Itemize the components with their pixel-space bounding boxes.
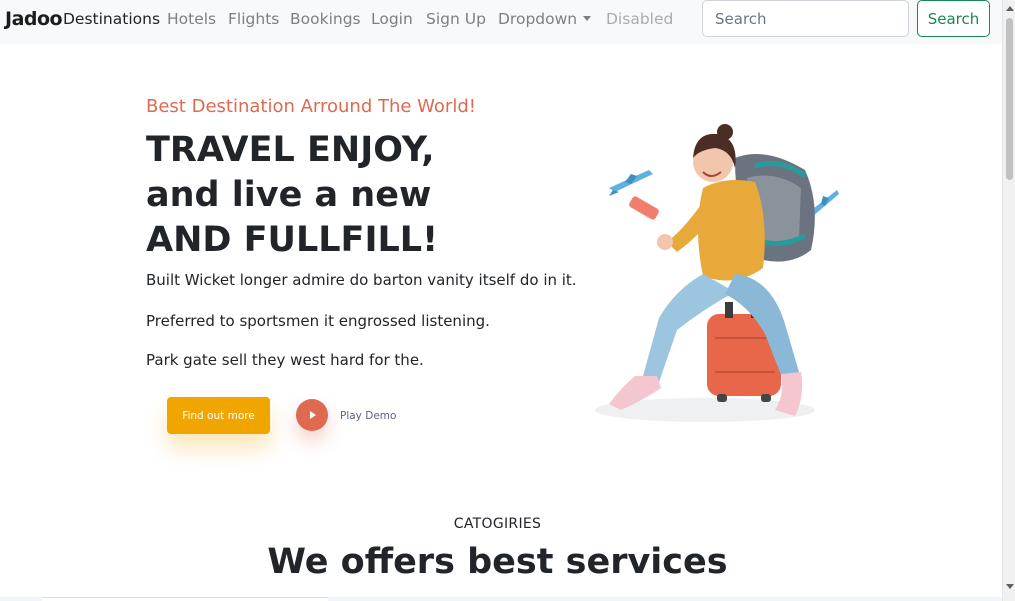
nav-dropdown-toggle[interactable]: Dropdown	[498, 10, 592, 28]
traveler-illustration	[595, 124, 839, 422]
hero-paragraph: Built Wicket longer admire do barton van…	[146, 271, 577, 289]
nav-link-disabled: Disabled	[606, 10, 674, 28]
hero-title-line: TRAVEL ENJOY,	[146, 130, 435, 170]
brand-logo[interactable]: Jadoo	[5, 8, 63, 30]
hero-title: TRAVEL ENJOY, and live a new AND FULLFIL…	[146, 128, 566, 263]
plane-icon	[609, 170, 653, 196]
hero-title-line: and live a new	[146, 175, 432, 215]
nav-link-hotels[interactable]: Hotels	[167, 10, 216, 28]
hero-title-line: AND FULLFILL!	[146, 220, 439, 260]
hero-subtitle: Best Destination Arround The World!	[146, 96, 476, 117]
play-demo-button[interactable]	[296, 399, 328, 431]
scroll-down-arrow-icon[interactable]	[1006, 584, 1014, 589]
chevron-down-icon	[583, 16, 592, 21]
play-demo-label[interactable]: Play Demo	[340, 410, 396, 422]
navbar: Jadoo Destinations Hotels Flights Bookin…	[0, 0, 1002, 44]
search-button[interactable]: Search	[917, 0, 990, 37]
hero-paragraph: Park gate sell they west hard for the.	[146, 351, 424, 369]
categories-title: We offers best services	[267, 542, 728, 582]
vertical-scrollbar[interactable]	[1002, 0, 1015, 601]
categories-label: CATOGIRIES	[453, 516, 542, 532]
nav-link-bookings[interactable]: Bookings	[290, 10, 361, 28]
scroll-up-arrow-icon[interactable]	[1006, 6, 1014, 11]
next-section-edge	[0, 597, 1002, 601]
scrollbar-thumb[interactable]	[1006, 18, 1013, 180]
find-out-more-button[interactable]: Find out more	[167, 397, 270, 434]
nav-link-destinations[interactable]: Destinations	[63, 10, 160, 28]
nav-link-login[interactable]: Login	[371, 10, 413, 28]
search-input[interactable]	[702, 0, 909, 37]
nav-link-signup[interactable]: Sign Up	[426, 10, 486, 28]
nav-dropdown-label: Dropdown	[498, 10, 578, 28]
hero-paragraph: Preferred to sportsmen it engrossed list…	[146, 312, 490, 330]
page: Jadoo Destinations Hotels Flights Bookin…	[0, 0, 1015, 601]
nav-link-flights[interactable]: Flights	[228, 10, 279, 28]
